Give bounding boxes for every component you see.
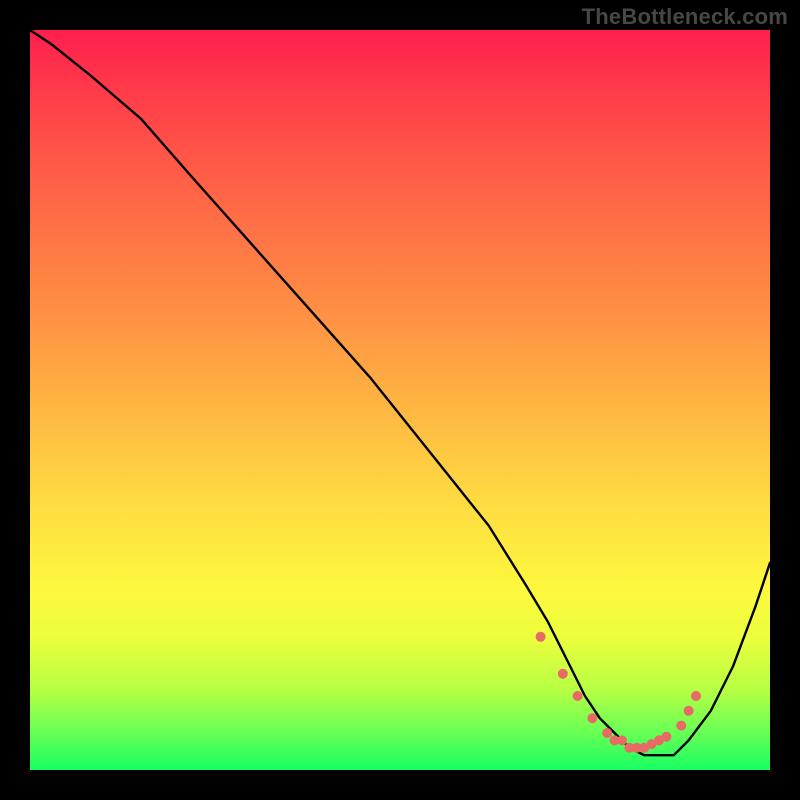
optimal-marker xyxy=(602,728,612,738)
chart-svg xyxy=(30,30,770,770)
marker-group xyxy=(536,632,701,753)
optimal-marker xyxy=(661,732,671,742)
optimal-marker xyxy=(676,721,686,731)
optimal-marker xyxy=(617,735,627,745)
optimal-marker xyxy=(684,706,694,716)
optimal-marker xyxy=(536,632,546,642)
optimal-marker xyxy=(587,713,597,723)
optimal-marker xyxy=(558,669,568,679)
bottleneck-curve xyxy=(30,30,770,755)
watermark-label: TheBottleneck.com xyxy=(582,4,788,30)
optimal-marker xyxy=(691,691,701,701)
chart-frame: TheBottleneck.com xyxy=(0,0,800,800)
optimal-marker xyxy=(573,691,583,701)
plot-area xyxy=(30,30,770,770)
